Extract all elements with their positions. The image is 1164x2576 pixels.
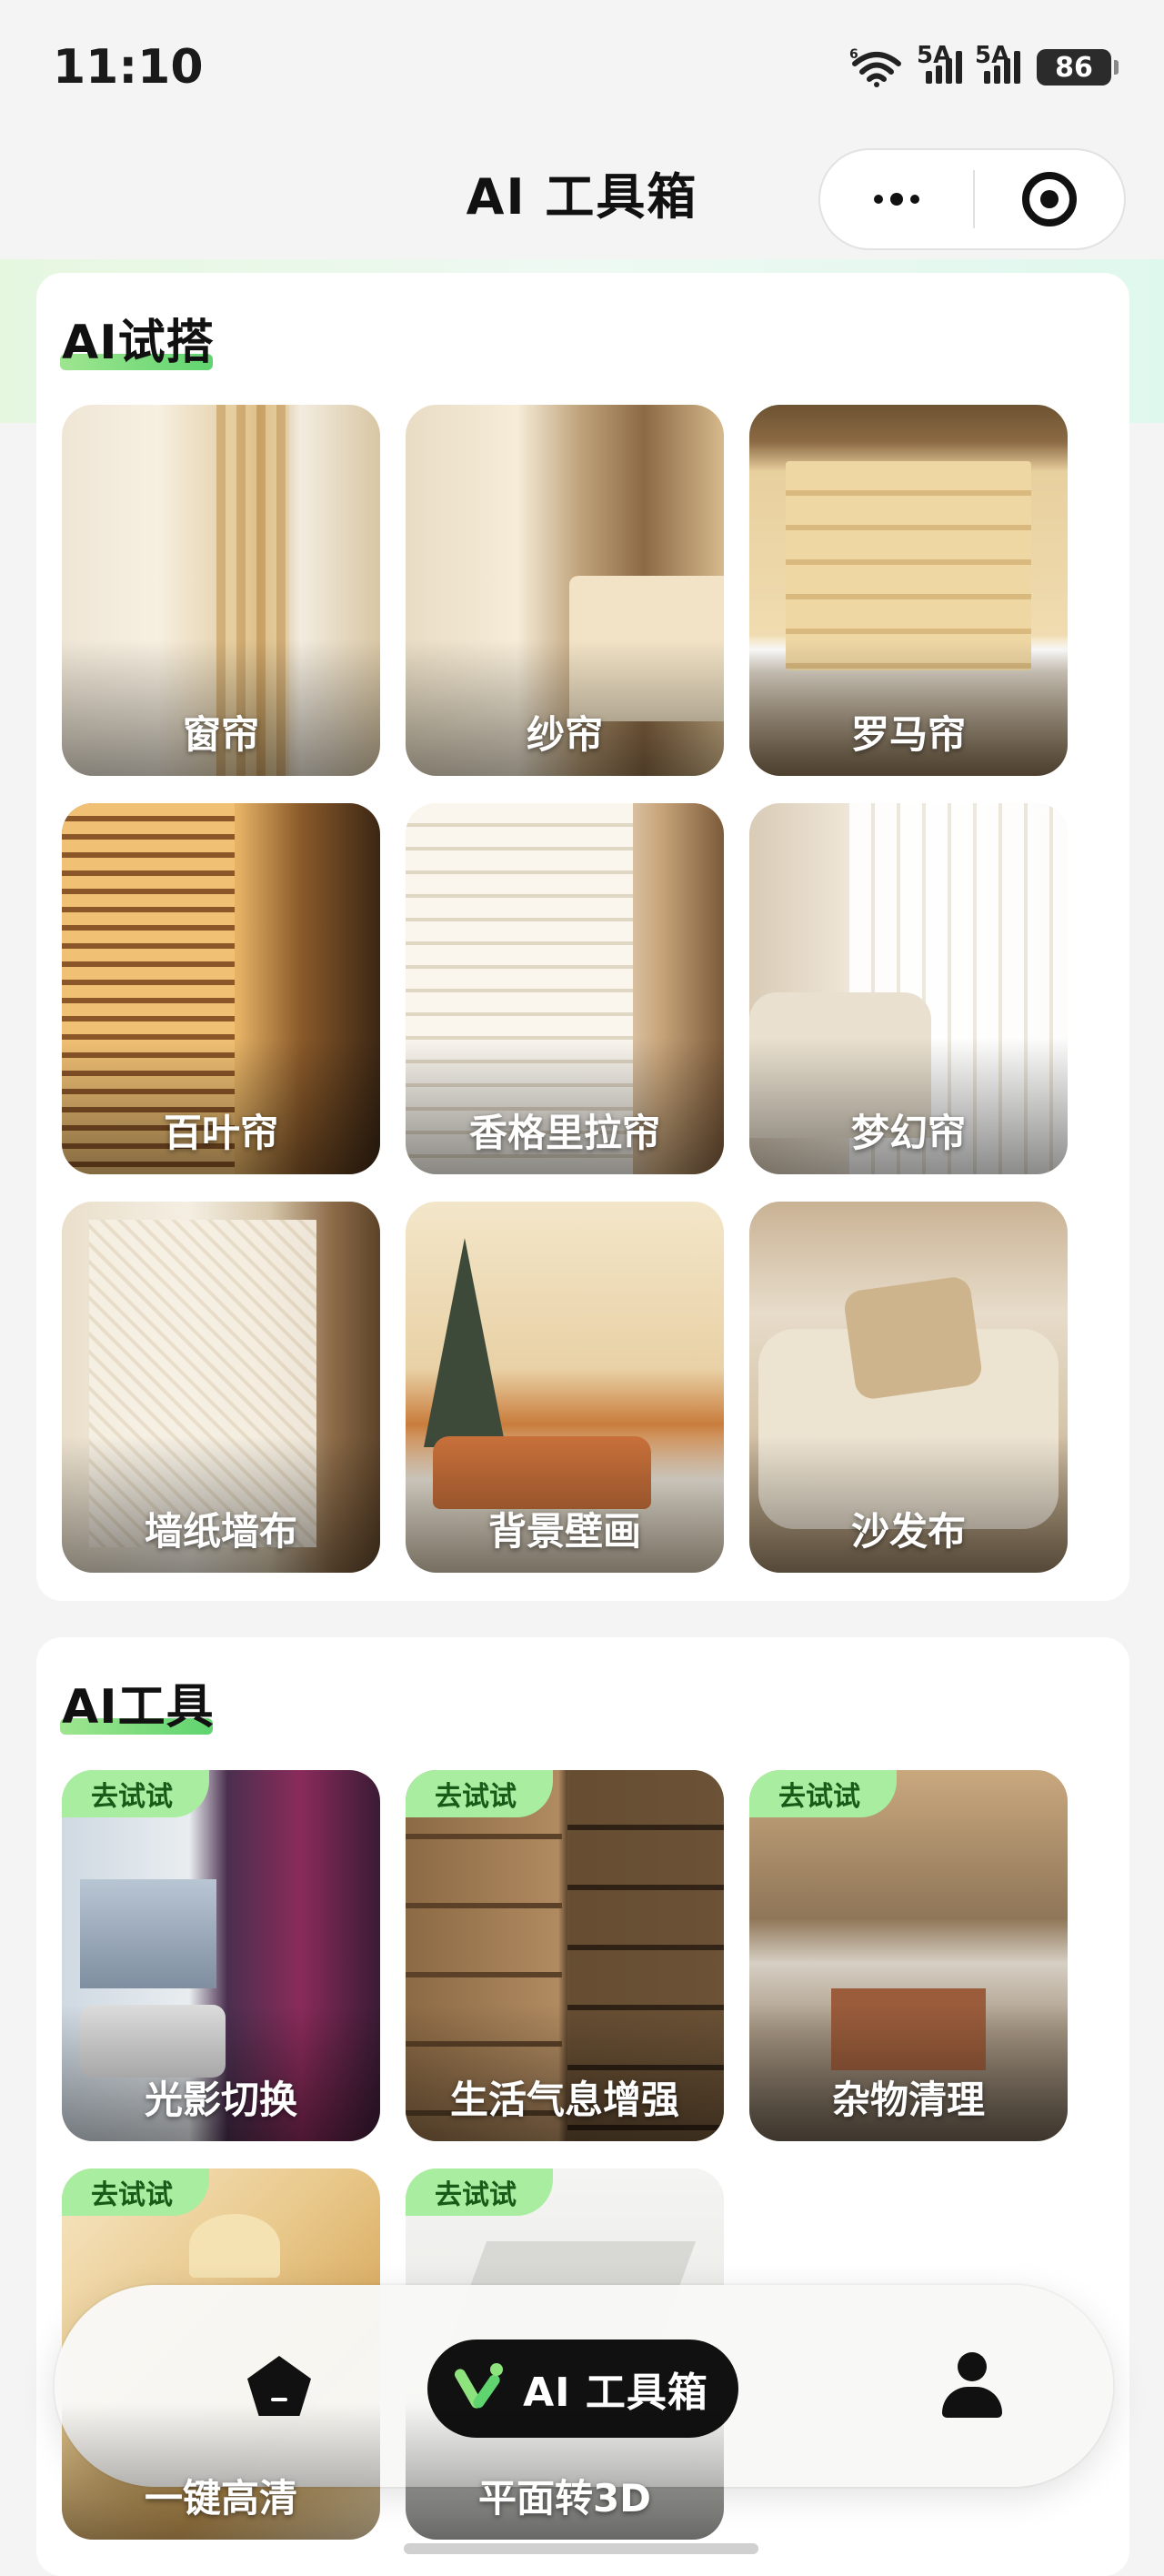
tile-lighting-switch[interactable]: 去试试 光影切换 xyxy=(62,1770,380,2141)
section-title: AI试搭 xyxy=(60,316,215,370)
tile-label: 纱帘 xyxy=(526,712,603,757)
tile-label: 墙纸墙布 xyxy=(144,1509,297,1554)
mini-program-capsule xyxy=(818,148,1126,250)
battery-indicator: 86 xyxy=(1037,49,1119,86)
tile-label: 沙发布 xyxy=(850,1509,966,1554)
try-badge: 去试试 xyxy=(406,2168,553,2216)
more-dots-icon[interactable] xyxy=(820,150,973,248)
tile-life-enhance[interactable]: 去试试 生活气息增强 xyxy=(406,1770,724,2141)
tile-label: 窗帘 xyxy=(182,712,259,757)
tile-venetian-blinds[interactable]: 百叶帘 xyxy=(62,803,380,1174)
section-title: AI工具 xyxy=(60,1680,215,1735)
tile-label: 香格里拉帘 xyxy=(468,1111,660,1155)
status-bar: 11:10 6 5A 5A 86 xyxy=(0,0,1164,136)
try-badge: 去试试 xyxy=(62,2168,209,2216)
wifi-label: 6 xyxy=(849,47,858,62)
cell-signal-icon: 5A xyxy=(975,42,1020,84)
tile-shangri-la-blinds[interactable]: 香格里拉帘 xyxy=(406,803,724,1174)
wifi-icon: 6 xyxy=(849,47,901,87)
tile-label: 光影切换 xyxy=(144,2078,297,2122)
tile-sofa-fabric[interactable]: 沙发布 xyxy=(749,1202,1068,1573)
cell-signal-icon: 5A xyxy=(917,42,962,84)
tile-curtain[interactable]: 窗帘 xyxy=(62,405,380,776)
try-badge: 去试试 xyxy=(406,1770,553,1817)
try-badge: 去试试 xyxy=(62,1770,209,1817)
tile-wallpaper[interactable]: 墙纸墙布 xyxy=(62,1202,380,1573)
signal-2-label: 5A xyxy=(975,42,1010,69)
target-circle-icon xyxy=(1022,172,1077,226)
tile-label: 罗马帘 xyxy=(850,712,966,757)
tile-sheer-curtain[interactable]: 纱帘 xyxy=(406,405,724,776)
tile-label: 背景壁画 xyxy=(487,1509,641,1554)
tile-label: 平面转3D xyxy=(477,2476,652,2521)
ai-try-section: AI试搭 窗帘 纱帘 罗马帘 百叶帘 香格里拉帘 梦幻帘 墙纸墙布 背景壁画 沙… xyxy=(36,273,1129,1601)
tile-dream-curtain[interactable]: 梦幻帘 xyxy=(749,803,1068,1174)
tile-roman-shade[interactable]: 罗马帘 xyxy=(749,405,1068,776)
tile-clutter-removal[interactable]: 去试试 杂物清理 xyxy=(749,1770,1068,2141)
tile-label: 一键高清 xyxy=(144,2476,297,2521)
status-indicators: 6 5A 5A 86 xyxy=(849,42,1119,87)
tile-mural[interactable]: 背景壁画 xyxy=(406,1202,724,1573)
home-indicator xyxy=(404,2543,758,2554)
close-button[interactable] xyxy=(975,150,1124,248)
status-time: 11:10 xyxy=(53,40,204,95)
tile-label: 梦幻帘 xyxy=(850,1111,966,1155)
user-icon xyxy=(958,2352,987,2381)
tile-label: 生活气息增强 xyxy=(449,2078,679,2122)
signal-1-label: 5A xyxy=(917,42,952,69)
try-badge: 去试试 xyxy=(749,1770,897,1817)
tab-profile[interactable] xyxy=(942,2352,1002,2418)
tile-label: 杂物清理 xyxy=(831,2078,985,2122)
tile-label: 百叶帘 xyxy=(163,1111,278,1155)
